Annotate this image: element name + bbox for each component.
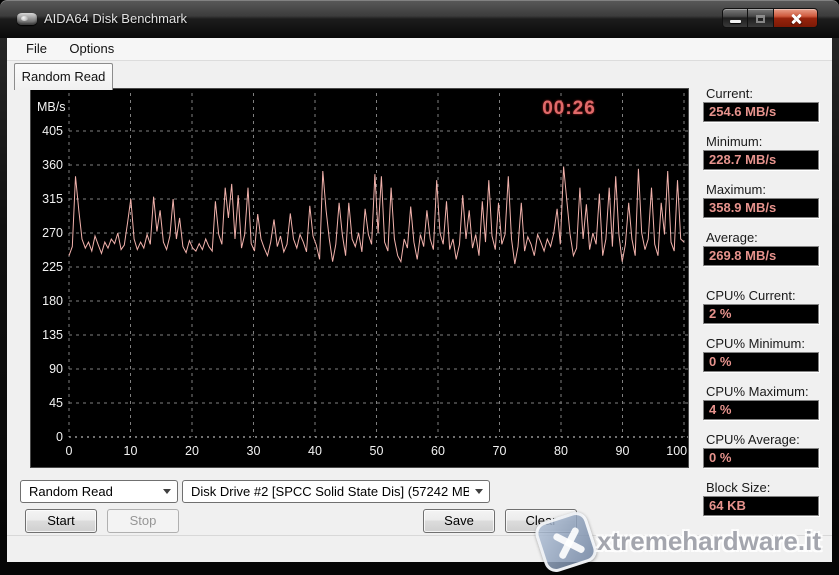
start-button[interactable]: Start	[25, 509, 97, 533]
maximize-icon	[756, 15, 765, 23]
drive-select[interactable]: Disk Drive #2 [SPCC Solid State Dis] (57…	[182, 480, 490, 503]
svg-text:60: 60	[431, 444, 445, 458]
svg-text:40: 40	[308, 444, 322, 458]
clear-button[interactable]: Clear	[505, 509, 577, 533]
menu-item-file[interactable]: File	[17, 38, 56, 59]
window-title: AIDA64 Disk Benchmark	[44, 11, 187, 26]
svg-text:315: 315	[42, 192, 63, 206]
svg-text:50: 50	[370, 444, 384, 458]
chart-canvas: 0 10 20 30 40 50 60 70 80 90 100 % 0 45 90 135 180 225 27…	[31, 89, 690, 469]
svg-text:0: 0	[56, 430, 63, 444]
elapsed-timer: 00:26	[509, 98, 629, 120]
drive-select-value: Disk Drive #2 [SPCC Solid State Dis] (57…	[183, 484, 469, 499]
svg-text:20: 20	[185, 444, 199, 458]
stat-label: CPU% Average:	[706, 432, 800, 447]
window-controls	[722, 8, 818, 28]
minimize-button[interactable]	[722, 8, 748, 28]
disk-icon	[17, 13, 37, 25]
status-bar	[7, 535, 832, 562]
stat-label: Current:	[706, 86, 753, 101]
svg-text:30: 30	[247, 444, 261, 458]
tab-random-read[interactable]: Random Read	[14, 63, 113, 90]
svg-text:10: 10	[124, 444, 138, 458]
chevron-down-icon	[157, 489, 177, 494]
stat-value: 0 %	[703, 448, 819, 468]
stat-label: Average:	[706, 230, 758, 245]
benchmark-type-value: Random Read	[21, 484, 157, 499]
stat-value: 4 %	[703, 400, 819, 420]
client-area: File Options Random Read 010203040506070…	[7, 38, 832, 562]
svg-text:135: 135	[42, 328, 63, 342]
svg-text:405: 405	[42, 124, 63, 138]
svg-text:270: 270	[42, 226, 63, 240]
stat-value: 64 KB	[703, 496, 819, 516]
svg-text:360: 360	[42, 158, 63, 172]
stat-value: 269.8 MB/s	[703, 246, 819, 266]
chevron-down-icon	[469, 489, 489, 494]
svg-text:225: 225	[42, 260, 63, 274]
stat-label: Minimum:	[706, 134, 762, 149]
title-bar: AIDA64 Disk Benchmark	[0, 0, 839, 38]
close-icon	[790, 13, 802, 25]
stat-value: 254.6 MB/s	[703, 102, 819, 122]
svg-text:MB/s: MB/s	[37, 100, 65, 114]
stat-value: 2 %	[703, 304, 819, 324]
svg-text:0: 0	[66, 444, 73, 458]
svg-text:90: 90	[616, 444, 630, 458]
close-button[interactable]	[774, 8, 818, 28]
svg-text:100 %: 100 %	[666, 444, 690, 458]
svg-text:80: 80	[554, 444, 568, 458]
benchmark-type-select[interactable]: Random Read	[20, 480, 178, 503]
maximize-button[interactable]	[748, 8, 774, 28]
app-window: AIDA64 Disk Benchmark File Options Rando…	[0, 0, 839, 575]
stat-value: 358.9 MB/s	[703, 198, 819, 218]
svg-text:90: 90	[49, 362, 63, 376]
stat-label: CPU% Maximum:	[706, 384, 809, 399]
stat-label: Block Size:	[706, 480, 770, 495]
stat-label: Maximum:	[706, 182, 766, 197]
stat-value: 0 %	[703, 352, 819, 372]
benchmark-chart: 0 10 20 30 40 50 60 70 80 90 100 % 0 45 90 135 180 225 27…	[30, 88, 689, 468]
stat-value: 228.7 MB/s	[703, 150, 819, 170]
stat-label: CPU% Minimum:	[706, 336, 805, 351]
menu-item-options[interactable]: Options	[60, 38, 123, 59]
svg-text:45: 45	[49, 396, 63, 410]
svg-text:180: 180	[42, 294, 63, 308]
save-button[interactable]: Save	[423, 509, 495, 533]
menu-bar: File Options	[7, 38, 832, 61]
stop-button: Stop	[107, 509, 179, 533]
stat-label: CPU% Current:	[706, 288, 796, 303]
svg-text:70: 70	[493, 444, 507, 458]
minimize-icon	[730, 20, 741, 23]
